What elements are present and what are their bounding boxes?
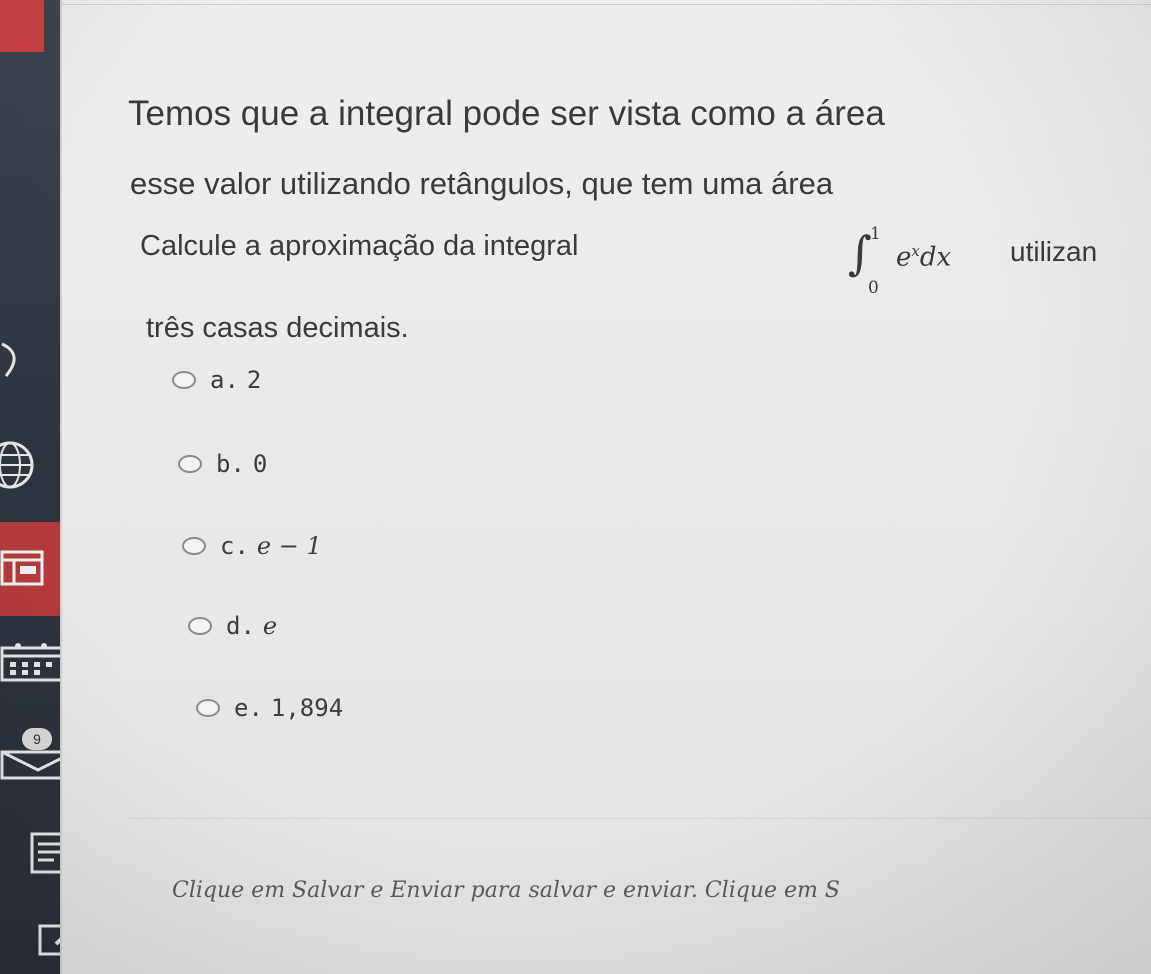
question-panel — [60, 0, 1151, 974]
option-letter: a. — [210, 366, 239, 394]
question-text-line-1: Temos que a integral pode ser vista como… — [128, 94, 885, 133]
dashboard-icon[interactable] — [0, 548, 44, 588]
radio-button-b[interactable] — [178, 455, 202, 473]
calendar-icon[interactable] — [0, 640, 66, 684]
option-value: e — [262, 612, 278, 640]
answer-option-b[interactable]: b. 0 — [178, 450, 267, 478]
integrand-base: e — [896, 242, 912, 273]
answer-option-d[interactable]: d. e — [188, 612, 277, 640]
sidebar-accent-top[interactable] — [0, 0, 44, 52]
radio-button-e[interactable] — [196, 699, 220, 717]
answer-option-c[interactable]: c. e − 1 — [182, 532, 322, 560]
chevron-icon[interactable] — [0, 340, 30, 380]
save-and-submit-instruction: Clique em Salvar e Enviar para salvar e … — [172, 878, 840, 903]
radio-button-a[interactable] — [172, 371, 196, 389]
globe-icon[interactable] — [0, 440, 42, 490]
question-text-line-3-tail: utilizan — [1010, 236, 1098, 267]
radio-button-d[interactable] — [188, 617, 212, 635]
integral-lower-limit: 0 — [868, 278, 879, 298]
integral-differential: dx — [919, 242, 952, 273]
integral-sign-icon: ∫ — [848, 226, 872, 280]
integral-integrand: exdx — [896, 242, 951, 273]
integral-upper-limit: 1 — [870, 224, 881, 244]
option-value: 0 — [252, 450, 268, 478]
option-letter: b. — [216, 450, 245, 478]
section-divider — [130, 818, 1151, 819]
option-value: 2 — [246, 366, 262, 394]
mail-count-badge: 9 — [22, 728, 52, 750]
question-text-line-2: esse valor utilizando retângulos, que te… — [130, 166, 834, 201]
answer-option-e[interactable]: e. 1,894 — [196, 694, 343, 722]
option-value: 1,894 — [270, 694, 344, 722]
integral-expression: ∫ 1 0 exdx — [848, 220, 998, 310]
answer-option-a[interactable]: a. 2 — [172, 366, 261, 394]
option-letter: e. — [234, 694, 263, 722]
option-letter: d. — [226, 612, 255, 640]
radio-button-c[interactable] — [182, 537, 206, 555]
option-letter: c. — [220, 532, 249, 560]
option-value: e − 1 — [256, 532, 322, 560]
question-text-line-4: três casas decimais. — [146, 312, 409, 344]
question-text-line-3: Calcule a aproximação da integral — [140, 230, 579, 262]
top-border — [60, 4, 1151, 5]
integrand-exponent: x — [911, 242, 920, 260]
